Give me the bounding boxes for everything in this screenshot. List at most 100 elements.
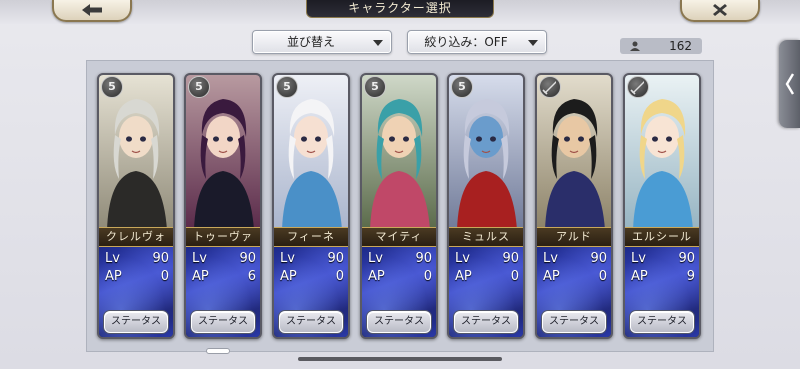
sword-icon — [630, 81, 644, 95]
star-coin-icon: 5 — [364, 76, 386, 98]
ap-row: AP 6 — [192, 269, 256, 285]
arrow-left-icon — [82, 4, 102, 16]
character-name: フィーネ — [274, 227, 348, 247]
count-value: 162 — [669, 39, 692, 53]
character-art-icon — [449, 75, 523, 230]
stats-panel: Lv 90 AP 9 ステータス — [625, 247, 699, 337]
sort-dropdown[interactable]: 並び替え — [252, 30, 392, 54]
status-button[interactable]: ステータス — [191, 311, 255, 333]
sword-icon — [627, 76, 649, 98]
character-card[interactable]: 5 ミュルス Lv 90 AP 0 ステータス — [447, 73, 525, 339]
ap-label: AP — [368, 269, 385, 284]
character-count: 162 — [620, 38, 702, 54]
ap-row: AP 0 — [543, 269, 607, 285]
level-value: 90 — [502, 251, 519, 266]
ap-row: AP 0 — [105, 269, 169, 285]
character-name: ミュルス — [449, 227, 523, 247]
status-button[interactable]: ステータス — [454, 311, 518, 333]
level-value: 90 — [590, 251, 607, 266]
level-value: 90 — [152, 251, 169, 266]
stats-panel: Lv 90 AP 0 ステータス — [537, 247, 611, 337]
character-portrait — [362, 75, 436, 230]
ap-value: 0 — [160, 269, 169, 284]
level-row: Lv 90 — [192, 251, 256, 267]
level-value: 90 — [678, 251, 695, 266]
ap-value: 0 — [510, 269, 519, 284]
level-row: Lv 90 — [543, 251, 607, 267]
stats-panel: Lv 90 AP 0 ステータス — [362, 247, 436, 337]
character-card[interactable]: 5 マイティ Lv 90 AP 0 ステータス — [360, 73, 438, 339]
filter-label: 絞り込み：OFF — [424, 35, 508, 49]
character-card[interactable]: 5 フィーネ Lv 90 AP 0 ステータス — [272, 73, 350, 339]
stats-panel: Lv 90 AP 0 ステータス — [274, 247, 348, 337]
level-label: Lv — [280, 251, 295, 266]
close-button[interactable] — [680, 0, 760, 22]
sword-icon — [539, 76, 561, 98]
user-icon — [630, 41, 640, 51]
character-art-icon — [362, 75, 436, 230]
character-portrait — [186, 75, 260, 230]
character-card[interactable]: エルシール Lv 90 AP 9 ステータス — [623, 73, 701, 339]
stats-panel: Lv 90 AP 0 ステータス — [449, 247, 523, 337]
character-card[interactable]: 5 トゥーヴァ Lv 90 AP 6 ステータス — [184, 73, 262, 339]
ap-label: AP — [192, 269, 209, 284]
status-button[interactable]: ステータス — [542, 311, 606, 333]
status-button[interactable]: ステータス — [104, 311, 168, 333]
close-icon — [713, 4, 727, 16]
chevron-down-icon — [373, 40, 383, 46]
ap-value: 0 — [598, 269, 607, 284]
level-value: 90 — [239, 251, 256, 266]
character-card[interactable]: アルド Lv 90 AP 0 ステータス — [535, 73, 613, 339]
level-label: Lv — [543, 251, 558, 266]
character-name: トゥーヴァ — [186, 227, 260, 247]
character-name: クレルヴォ — [99, 227, 173, 247]
stats-panel: Lv 90 AP 0 ステータス — [99, 247, 173, 337]
character-name: アルド — [537, 227, 611, 247]
ap-label: AP — [543, 269, 560, 284]
character-portrait — [449, 75, 523, 230]
level-row: Lv 90 — [368, 251, 432, 267]
status-button[interactable]: ステータス — [630, 311, 694, 333]
filter-dropdown[interactable]: 絞り込み：OFF — [407, 30, 547, 54]
page-title: キャラクター選択 — [306, 0, 494, 18]
star-coin-icon: 5 — [101, 76, 123, 98]
ap-label: AP — [631, 269, 648, 284]
star-coin-icon: 5 — [451, 76, 473, 98]
level-value: 90 — [415, 251, 432, 266]
sort-label: 並び替え — [286, 35, 335, 49]
level-row: Lv 90 — [631, 251, 695, 267]
scroll-indicator[interactable] — [206, 348, 230, 354]
level-row: Lv 90 — [280, 251, 344, 267]
star-coin-icon: 5 — [276, 76, 298, 98]
side-menu-tab[interactable] — [779, 40, 800, 128]
stats-panel: Lv 90 AP 6 ステータス — [186, 247, 260, 337]
status-button[interactable]: ステータス — [367, 311, 431, 333]
ap-label: AP — [455, 269, 472, 284]
character-name: マイティ — [362, 227, 436, 247]
chevron-down-icon — [528, 40, 538, 46]
character-card[interactable]: 5 クレルヴォ Lv 90 AP 0 ステータス — [97, 73, 175, 339]
level-row: Lv 90 — [105, 251, 169, 267]
ap-value: 9 — [686, 269, 695, 284]
character-art-icon — [186, 75, 260, 230]
star-coin-icon: 5 — [188, 76, 210, 98]
chevron-left-icon — [785, 73, 794, 95]
character-art-icon — [99, 75, 173, 230]
ap-row: AP 0 — [455, 269, 519, 285]
character-name: エルシール — [625, 227, 699, 247]
ap-value: 0 — [423, 269, 432, 284]
ap-row: AP 0 — [368, 269, 432, 285]
character-art-icon — [274, 75, 348, 230]
character-portrait — [99, 75, 173, 230]
back-button[interactable] — [52, 0, 132, 22]
home-indicator — [298, 357, 502, 361]
character-portrait — [274, 75, 348, 230]
level-row: Lv 90 — [455, 251, 519, 267]
level-label: Lv — [368, 251, 383, 266]
ap-row: AP 9 — [631, 269, 695, 285]
ap-value: 6 — [247, 269, 256, 284]
ap-row: AP 0 — [280, 269, 344, 285]
level-label: Lv — [631, 251, 646, 266]
status-button[interactable]: ステータス — [279, 311, 343, 333]
level-label: Lv — [455, 251, 470, 266]
